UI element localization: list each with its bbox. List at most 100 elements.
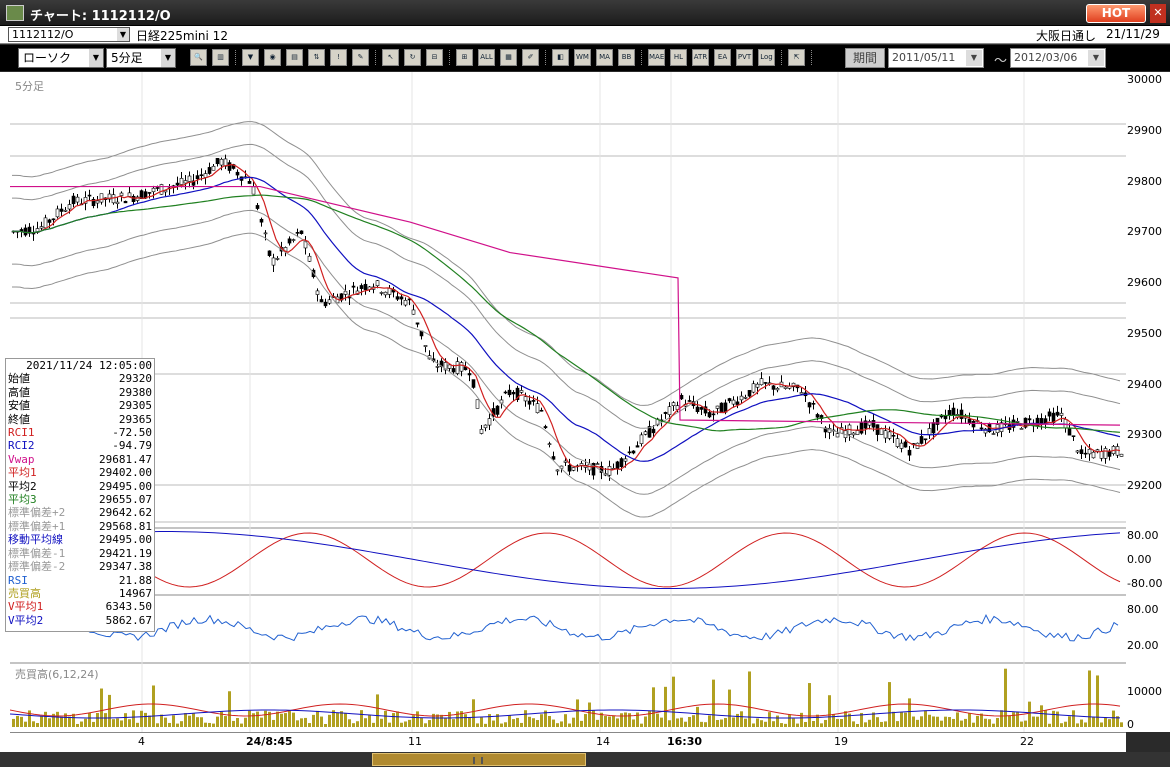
candle-body (951, 407, 956, 416)
title-bar[interactable]: チャート: 1112112/O HOT ✕ (0, 0, 1170, 26)
volume-tick-label: 10000 (1127, 685, 1162, 698)
volume-bar (184, 713, 187, 727)
scrollbar-thumb[interactable] (372, 753, 586, 766)
volume-bar (180, 721, 183, 727)
candle-body (775, 388, 780, 391)
data-row-label: Vwap (8, 452, 35, 466)
volume-bar (392, 713, 395, 727)
candle-body (527, 400, 532, 405)
trd-icon[interactable]: ▦ (500, 49, 517, 66)
chevron-down-icon[interactable]: ▼ (89, 49, 103, 67)
candle-body (495, 405, 500, 415)
calendar-icon[interactable]: ▼ (1088, 50, 1104, 66)
cursor-icon[interactable]: ↖ (382, 49, 399, 66)
data-row-value: 29402.00 (99, 466, 152, 480)
candle-body (147, 192, 152, 194)
volume-bar (500, 723, 503, 727)
hl-icon[interactable]: HL (670, 49, 687, 66)
volume-bar (1052, 710, 1055, 727)
chart-scrollbar[interactable] (0, 752, 1170, 767)
data-row: RCI2 -94.79 (6, 439, 154, 452)
candle-body (887, 431, 892, 439)
bb-icon[interactable]: BB (618, 49, 635, 66)
close-icon[interactable]: ✕ (1150, 4, 1166, 23)
calendar-icon[interactable]: ▼ (966, 50, 982, 66)
pvt-icon[interactable]: PVT (736, 49, 753, 66)
interval-select[interactable]: 5分足 ▼ (106, 48, 176, 68)
candle-body (291, 239, 296, 241)
volume-bar (296, 720, 299, 727)
candle-body (267, 250, 272, 256)
volume-bar (228, 691, 231, 727)
chart-type-select[interactable]: ローソク ▼ (18, 48, 104, 68)
candle-body (687, 400, 692, 402)
volume-bar (644, 716, 647, 727)
data-row-label: 高値 (8, 385, 30, 399)
volume-bar (696, 706, 699, 727)
data-row-value: 29305 (118, 399, 152, 413)
volume-bar (136, 722, 139, 727)
volume-bar (560, 721, 563, 727)
candle-body (459, 362, 464, 372)
volume-bar (452, 719, 455, 727)
candle-body (543, 426, 548, 429)
l2-icon[interactable]: ⊞ (456, 49, 473, 66)
data-row-label: 売買高 (8, 586, 41, 600)
l1-icon[interactable]: ⊟ (426, 49, 443, 66)
volume-bar (668, 720, 671, 727)
ea-icon[interactable]: EA (714, 49, 731, 66)
mae-icon[interactable]: MAE (648, 49, 665, 66)
candle-body (639, 434, 644, 444)
volume-bar (1036, 716, 1039, 727)
volume-bar (932, 716, 935, 727)
edit-icon[interactable]: ✐ (522, 49, 539, 66)
pen-icon[interactable]: ✎ (352, 49, 369, 66)
candle-body (523, 396, 528, 402)
candle-body (1019, 428, 1024, 430)
chart-area[interactable]: 5分足 売買高(6,12,24) (10, 72, 1126, 732)
bollinger-band (11, 121, 1121, 406)
bar-icon[interactable]: ▥ (212, 49, 229, 66)
volume-bar (96, 712, 99, 727)
warn-icon[interactable]: ! (330, 49, 347, 66)
volume-bar (188, 715, 191, 727)
chevron-down-icon[interactable]: ▼ (161, 49, 175, 67)
volume-bar (804, 721, 807, 727)
volume-bar (508, 715, 511, 727)
cmp-icon[interactable]: ↻ (404, 49, 421, 66)
symbol-select[interactable]: 1112112/O ▼ (8, 27, 130, 42)
rsi-line (10, 613, 1119, 642)
date-from-field[interactable]: 2011/05/11 ▼ (888, 48, 984, 68)
zoom-icon[interactable]: 🔍 (190, 49, 207, 66)
candle-body (1055, 411, 1060, 416)
wma-icon[interactable]: WM (574, 49, 591, 66)
volume-bar (916, 719, 919, 727)
toolbar-separator (375, 50, 377, 65)
volume-bar (680, 717, 683, 727)
cnd-icon[interactable]: ▤ (286, 49, 303, 66)
ord-icon[interactable]: ◉ (264, 49, 281, 66)
rci-tick-label: 0.00 (1127, 553, 1152, 566)
volume-bar (828, 695, 831, 727)
tick-icon[interactable]: ⇅ (308, 49, 325, 66)
candle-body (851, 432, 856, 436)
log-icon[interactable]: Log (758, 49, 775, 66)
color-icon[interactable]: ◧ (552, 49, 569, 66)
volume-bar (128, 719, 131, 727)
chart-canvas[interactable] (10, 72, 1126, 732)
hot-button[interactable]: HOT (1086, 4, 1146, 23)
export-icon[interactable]: ⇱ (788, 49, 805, 66)
chevron-down-icon[interactable]: ▼ (117, 28, 129, 41)
candle-body (563, 460, 568, 463)
pos-icon[interactable]: ▼ (242, 49, 259, 66)
candle-body (555, 469, 560, 472)
volume-bar (364, 718, 367, 727)
atr-icon[interactable]: ATR (692, 49, 709, 66)
all-icon[interactable]: ALL (478, 49, 495, 66)
volume-bar (556, 723, 559, 727)
date-to-field[interactable]: 2012/03/06 ▼ (1010, 48, 1106, 68)
volume-bar (792, 718, 795, 727)
candle-body (855, 430, 860, 435)
ma-icon[interactable]: MA (596, 49, 613, 66)
data-row-label: 終値 (8, 412, 30, 426)
